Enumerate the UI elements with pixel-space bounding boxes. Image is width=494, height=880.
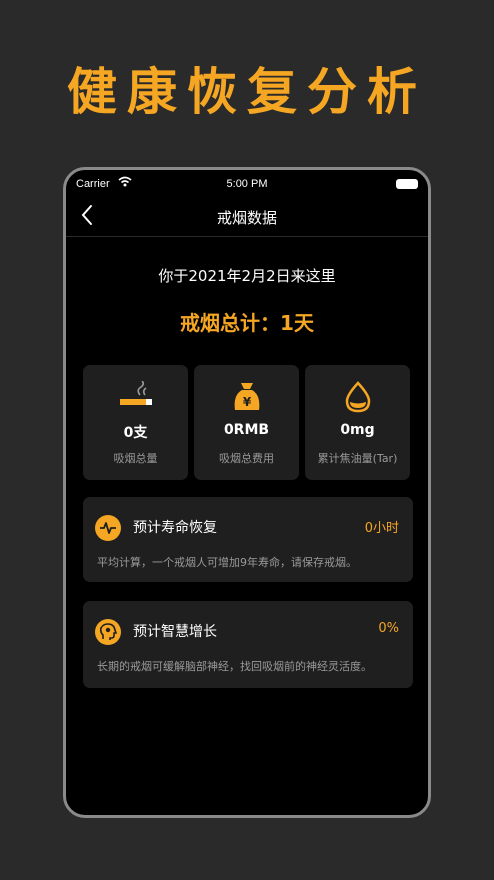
stat-value: 0支 xyxy=(123,425,148,441)
life-recovery-card: 预计寿命恢复 0小时 平均计算，一个戒烟人可增加9年寿命，请保存戒烟。 xyxy=(83,497,413,582)
heartbeat-icon xyxy=(95,515,121,541)
status-time: 5:00 PM xyxy=(226,178,268,190)
card-title: 预计寿命恢复 xyxy=(133,520,217,536)
stat-card-cost: ¥ 0RMB 吸烟总费用 xyxy=(194,365,299,480)
phone-frame: Carrier 5:00 PM 戒烟数据 你于2021年2月2日来这里 戒烟总计… xyxy=(63,167,431,818)
total-days: 戒烟总计：1天 xyxy=(180,311,314,335)
since-text: 你于2021年2月2日来这里 xyxy=(158,267,336,285)
svg-text:¥: ¥ xyxy=(242,395,251,409)
money-bag-icon: ¥ xyxy=(194,381,299,411)
card-description: 长期的戒烟可缓解脑部神经，找回吸烟前的神经灵活度。 xyxy=(97,660,372,673)
nav-title: 戒烟数据 xyxy=(216,209,277,227)
stat-card-tar: 0mg 累计焦油量(Tar) xyxy=(305,365,410,480)
oil-drop-icon xyxy=(305,381,410,413)
nav-bar: 戒烟数据 xyxy=(66,196,428,237)
stat-label: 吸烟总费用 xyxy=(219,452,274,465)
brain-head-icon xyxy=(95,619,121,645)
card-value: 0% xyxy=(378,621,399,636)
banner-title: 健康恢复分析 xyxy=(67,62,427,121)
cigarette-icon xyxy=(83,380,188,411)
stat-value: 0RMB xyxy=(223,422,270,438)
status-bar: Carrier 5:00 PM xyxy=(66,170,428,196)
stat-label: 吸烟总量 xyxy=(113,452,158,465)
card-value: 0小时 xyxy=(364,521,399,536)
battery-icon xyxy=(396,179,418,189)
card-title: 预计智慧增长 xyxy=(133,624,217,640)
stat-card-amount: 0支 吸烟总量 xyxy=(83,365,188,480)
stat-label: 累计焦油量(Tar) xyxy=(317,452,398,465)
wisdom-growth-card: 预计智慧增长 0% 长期的戒烟可缓解脑部神经，找回吸烟前的神经灵活度。 xyxy=(83,601,413,688)
card-description: 平均计算，一个戒烟人可增加9年寿命，请保存戒烟。 xyxy=(97,556,357,569)
stat-value: 0mg xyxy=(340,422,375,438)
